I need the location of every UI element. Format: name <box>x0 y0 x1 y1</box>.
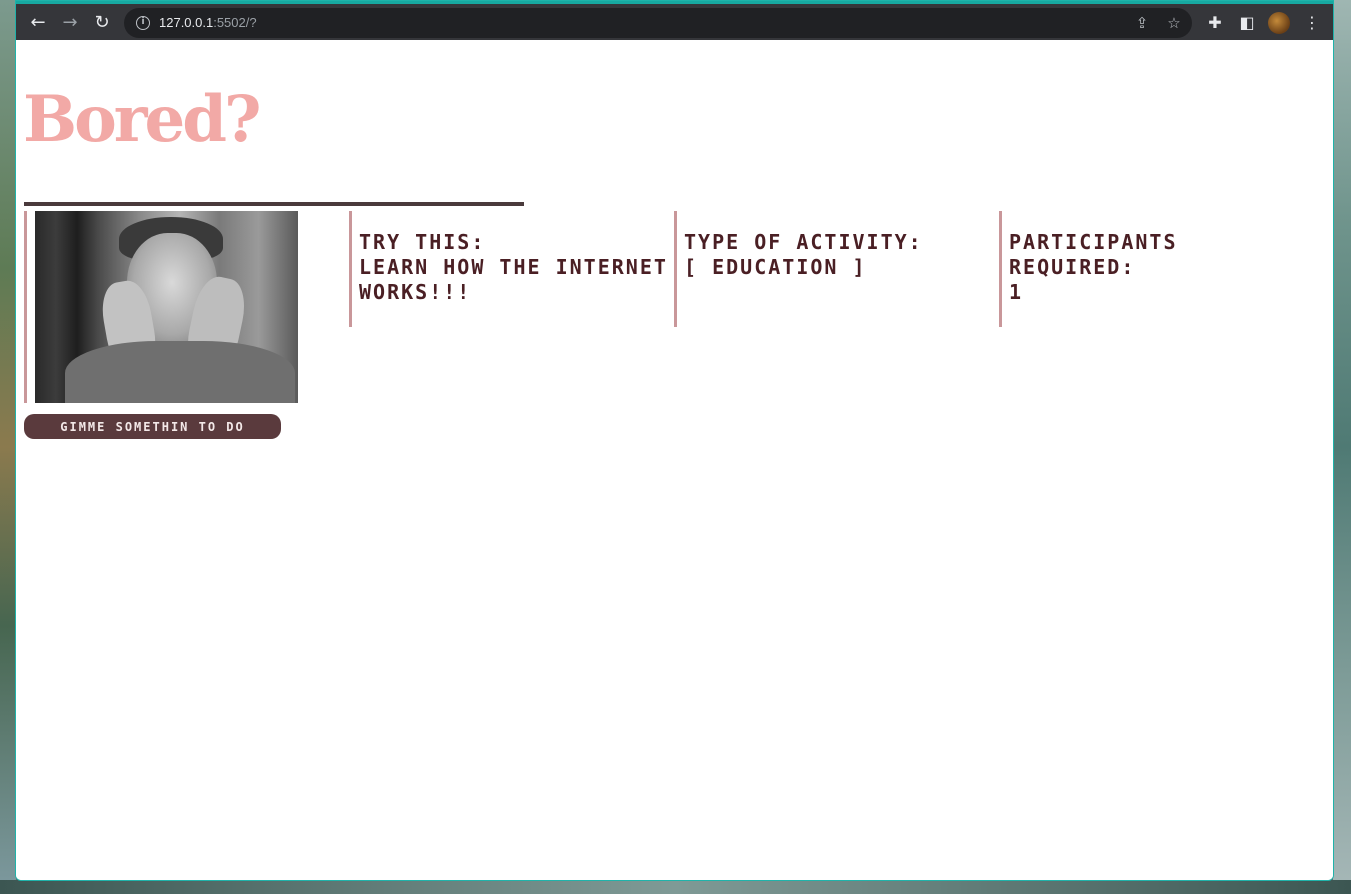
reload-icon[interactable]: ↻ <box>90 11 114 35</box>
browser-toolbar: ← → ↻ i 127.0.0.1:5502/? ⇪ ☆ ✚ ◧ ⋮ <box>16 1 1333 40</box>
page-title: Bored? <box>23 82 261 157</box>
forward-icon[interactable]: → <box>58 11 82 35</box>
participants-label: participants required: <box>1009 230 1178 279</box>
puzzle-icon[interactable]: ✚ <box>1204 12 1226 34</box>
participants-column: participants required: 1 <box>999 211 1239 327</box>
type-value: [ education ] <box>684 255 867 279</box>
info-icon[interactable]: i <box>136 16 150 30</box>
star-icon[interactable]: ☆ <box>1164 13 1184 33</box>
type-column: type of activity: [ education ] <box>674 211 994 327</box>
share-icon[interactable]: ⇪ <box>1132 13 1152 33</box>
browser-window: ← → ↻ i 127.0.0.1:5502/? ⇪ ☆ ✚ ◧ ⋮ Bored… <box>15 0 1334 881</box>
desktop-background-right <box>1333 0 1351 894</box>
activity-text: learn how the internet works!!! <box>359 255 668 304</box>
side-panel-icon[interactable]: ◧ <box>1236 12 1258 34</box>
type-label: type of activity: <box>684 230 923 254</box>
image-column <box>24 211 304 403</box>
desktop-background-bottom <box>0 880 1351 894</box>
divider <box>24 202 524 206</box>
kebab-menu-icon[interactable]: ⋮ <box>1301 12 1323 34</box>
try-this-label: Try this: <box>359 230 486 254</box>
avatar[interactable] <box>1268 12 1290 34</box>
activity-column: Try this: learn how the internet works!!… <box>349 211 669 327</box>
page-content: Bored? Try this: learn how the internet … <box>16 40 1333 880</box>
url-text[interactable]: 127.0.0.1:5502/? <box>159 15 257 30</box>
address-bar[interactable]: i 127.0.0.1:5502/? ⇪ ☆ <box>124 8 1192 38</box>
photo-jacket <box>65 341 295 403</box>
participants-value: 1 <box>1009 280 1024 304</box>
back-icon[interactable]: ← <box>26 11 50 35</box>
desktop-background-left <box>0 0 16 894</box>
bored-man-photo <box>35 211 298 403</box>
gimme-button[interactable]: gimme somethin to do <box>24 414 281 439</box>
